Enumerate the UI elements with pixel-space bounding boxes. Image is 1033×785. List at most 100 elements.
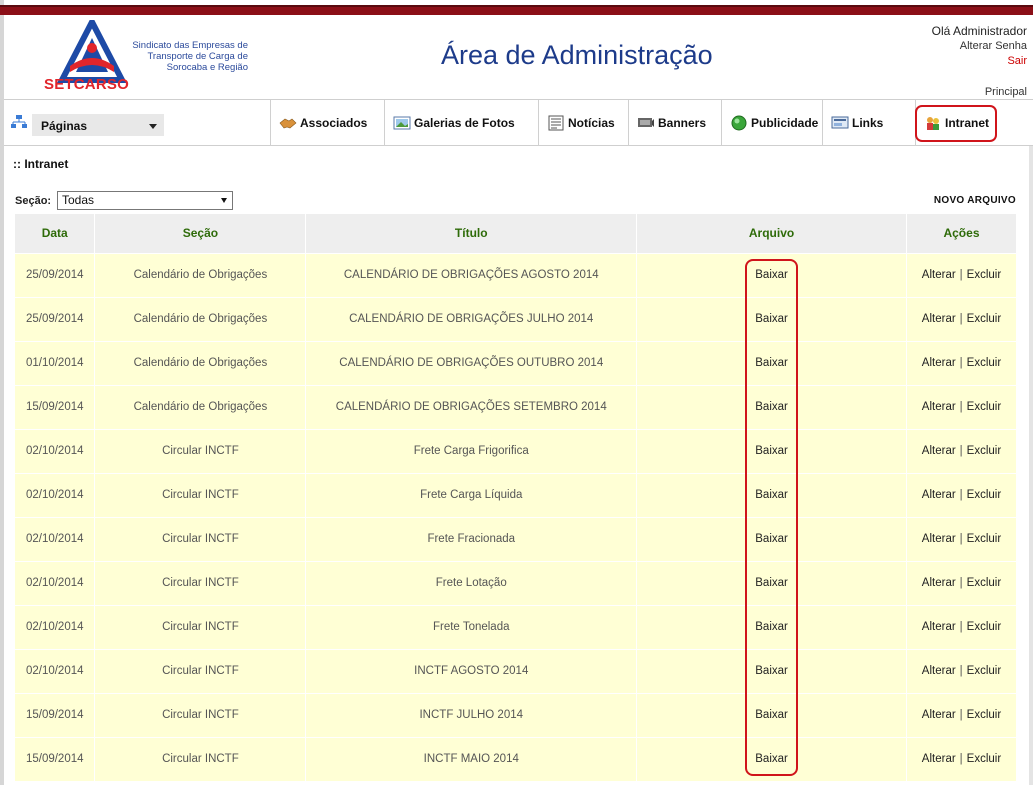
edit-link[interactable]: Alterar xyxy=(922,665,956,677)
nav-label: Notícias xyxy=(568,116,615,130)
download-link[interactable]: Baixar xyxy=(755,709,788,721)
cell-file: Baixar xyxy=(636,604,907,649)
table-row: 15/09/2014 Circular INCTF INCTF MAIO 2014 B… xyxy=(15,736,1018,781)
header-file[interactable]: Arquivo xyxy=(636,214,907,253)
download-link[interactable]: Baixar xyxy=(755,753,788,765)
section-filter-select[interactable]: Todas xyxy=(57,191,233,210)
delete-link[interactable]: Excluir xyxy=(967,665,1002,677)
edit-link[interactable]: Alterar xyxy=(922,445,956,457)
principal-link[interactable]: Principal xyxy=(985,86,1027,98)
change-password-link[interactable]: Alterar Senha xyxy=(932,39,1027,54)
header-date[interactable]: Data xyxy=(15,214,96,253)
download-link[interactable]: Baixar xyxy=(755,313,788,325)
cell-section: Calendário de Obrigações xyxy=(94,296,307,341)
edit-link[interactable]: Alterar xyxy=(922,621,956,633)
breadcrumb: :: Intranet xyxy=(13,157,69,171)
cell-title: Frete Tonelada xyxy=(305,604,638,649)
nav-banners[interactable]: Banners xyxy=(628,100,721,146)
section-filter-value: Todas xyxy=(62,193,95,207)
cell-title: INCTF AGOSTO 2014 xyxy=(305,648,638,693)
edit-link[interactable]: Alterar xyxy=(922,269,956,281)
delete-link[interactable]: Excluir xyxy=(967,269,1002,281)
delete-link[interactable]: Excluir xyxy=(967,621,1002,633)
cell-section: Circular INCTF xyxy=(94,692,307,737)
banner-icon xyxy=(638,118,654,127)
cell-title: CALENDÁRIO DE OBRIGAÇÕES AGOSTO 2014 xyxy=(305,252,638,297)
download-link[interactable]: Baixar xyxy=(755,401,788,413)
download-link[interactable]: Baixar xyxy=(755,577,788,589)
cell-date: 02/10/2014 xyxy=(15,648,96,693)
download-link[interactable]: Baixar xyxy=(755,665,788,677)
edit-link[interactable]: Alterar xyxy=(922,313,956,325)
header-title[interactable]: Título xyxy=(305,214,638,253)
cell-file: Baixar xyxy=(636,384,907,429)
cell-title: Frete Lotação xyxy=(305,560,638,605)
nav-associados[interactable]: Associados xyxy=(270,100,384,146)
logout-link[interactable]: Sair xyxy=(932,54,1027,69)
cell-date: 25/09/2014 xyxy=(15,296,96,341)
nav-publicidade[interactable]: Publicidade xyxy=(721,100,822,146)
delete-link[interactable]: Excluir xyxy=(967,489,1002,501)
download-link[interactable]: Baixar xyxy=(755,445,788,457)
cell-actions: Alterar | Excluir xyxy=(906,472,1018,517)
separator: | xyxy=(959,401,963,413)
user-box: Olá Administrador Alterar Senha Sair xyxy=(932,24,1027,69)
edit-link[interactable]: Alterar xyxy=(922,357,956,369)
cell-title: CALENDÁRIO DE OBRIGAÇÕES SETEMBRO 2014 xyxy=(305,384,638,429)
table-row: 15/09/2014 Circular INCTF INCTF JULHO 2014… xyxy=(15,692,1018,737)
chevron-down-icon xyxy=(149,124,157,129)
cell-actions: Alterar | Excluir xyxy=(906,692,1018,737)
cell-section: Circular INCTF xyxy=(94,516,307,561)
delete-link[interactable]: Excluir xyxy=(967,401,1002,413)
edit-link[interactable]: Alterar xyxy=(922,401,956,413)
nav-label: Links xyxy=(852,116,884,130)
pages-select[interactable]: Páginas xyxy=(32,114,164,136)
cell-title: INCTF MAIO 2014 xyxy=(305,736,638,781)
cell-actions: Alterar | Excluir xyxy=(906,736,1018,781)
delete-link[interactable]: Excluir xyxy=(967,709,1002,721)
download-link[interactable]: Baixar xyxy=(755,621,788,633)
edit-link[interactable]: Alterar xyxy=(922,489,956,501)
logo-text: Sindicato das Empresas de Transporte de … xyxy=(132,40,248,73)
cell-section: Calendário de Obrigações xyxy=(94,384,307,429)
separator: | xyxy=(959,313,963,325)
sitemap-icon xyxy=(11,115,27,128)
page-title: Área de Administração xyxy=(441,40,713,70)
edit-link[interactable]: Alterar xyxy=(922,533,956,545)
cell-actions: Alterar | Excluir xyxy=(906,604,1018,649)
download-link[interactable]: Baixar xyxy=(755,269,788,281)
cell-title: Frete Carga Frigorifica xyxy=(305,428,638,473)
scrollbar[interactable] xyxy=(1029,146,1033,785)
separator: | xyxy=(959,577,963,589)
edit-link[interactable]: Alterar xyxy=(922,577,956,589)
edit-link[interactable]: Alterar xyxy=(922,709,956,721)
delete-link[interactable]: Excluir xyxy=(967,445,1002,457)
delete-link[interactable]: Excluir xyxy=(967,533,1002,545)
delete-link[interactable]: Excluir xyxy=(967,313,1002,325)
intranet-highlight xyxy=(915,105,997,142)
new-file-link[interactable]: NOVO ARQUIVO xyxy=(934,195,1016,206)
nav-label: Galerias de Fotos xyxy=(414,116,515,130)
header-section[interactable]: Seção xyxy=(94,214,307,253)
cell-section: Circular INCTF xyxy=(94,736,307,781)
chevron-down-icon xyxy=(221,198,227,203)
cell-date: 01/10/2014 xyxy=(15,340,96,385)
download-link[interactable]: Baixar xyxy=(755,533,788,545)
nav-galerias[interactable]: Galerias de Fotos xyxy=(384,100,538,146)
table-row: 01/10/2014 Calendário de Obrigações CALEND… xyxy=(15,340,1018,385)
download-link[interactable]: Baixar xyxy=(755,489,788,501)
logo-brand: SETCARSO xyxy=(44,76,129,93)
nav-noticias[interactable]: Notícias xyxy=(538,100,628,146)
download-link[interactable]: Baixar xyxy=(755,357,788,369)
table-row: 02/10/2014 Circular INCTF Frete Carga Líqu… xyxy=(15,472,1018,517)
delete-link[interactable]: Excluir xyxy=(967,577,1002,589)
cell-actions: Alterar | Excluir xyxy=(906,384,1018,429)
nav-links[interactable]: Links xyxy=(822,100,915,146)
section-filter-label: Seção: xyxy=(15,195,52,207)
top-bar xyxy=(0,5,1033,15)
pages-select-label: Páginas xyxy=(41,119,88,133)
delete-link[interactable]: Excluir xyxy=(967,753,1002,765)
header-actions: Ações xyxy=(906,214,1018,253)
edit-link[interactable]: Alterar xyxy=(922,753,956,765)
delete-link[interactable]: Excluir xyxy=(967,357,1002,369)
